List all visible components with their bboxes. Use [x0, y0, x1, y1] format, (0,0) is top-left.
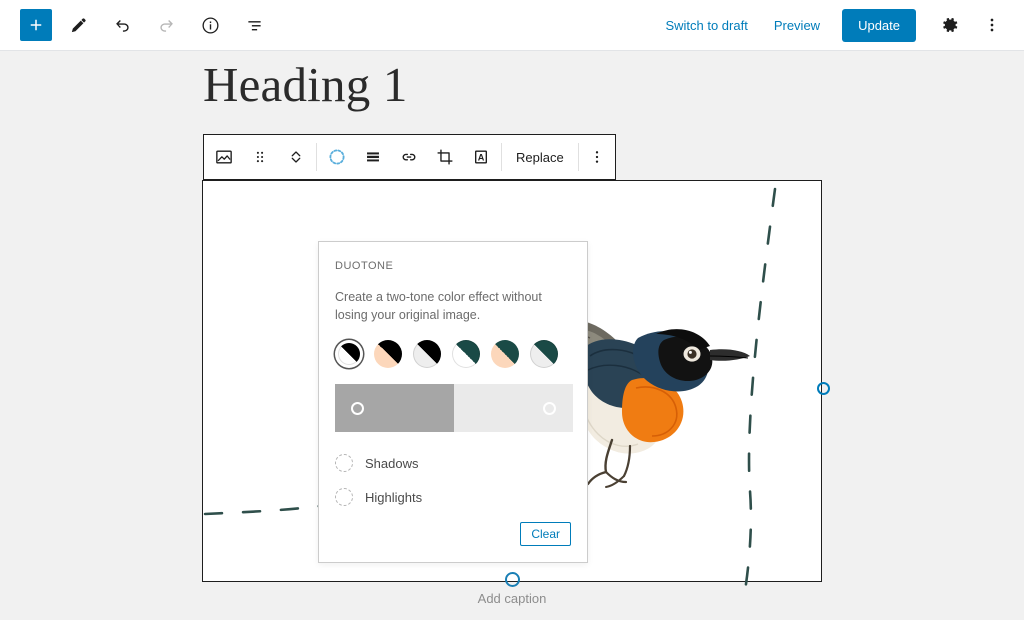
edit-mode-button[interactable]	[60, 7, 96, 43]
duotone-circle-icon	[329, 149, 345, 165]
ellipsis-vertical-icon	[595, 151, 598, 163]
duotone-highlights-label: Highlights	[365, 489, 423, 505]
duotone-shadows-row[interactable]: Shadows	[335, 454, 571, 473]
duotone-popover: DUOTONE Create a two-tone color effect w…	[318, 241, 588, 563]
duotone-clear-button[interactable]: Clear	[520, 522, 571, 546]
duotone-gradient-bar[interactable]	[335, 384, 573, 433]
block-more-options-button[interactable]	[579, 135, 615, 179]
duotone-swatch-black-white[interactable]	[413, 340, 441, 369]
duotone-section-label: DUOTONE	[335, 260, 394, 272]
plus-icon	[30, 19, 42, 31]
link-button[interactable]	[391, 135, 427, 179]
settings-button[interactable]	[932, 7, 968, 43]
duotone-highlights-color-swatch[interactable]	[335, 488, 353, 507]
block-type-image-button[interactable]	[206, 135, 242, 179]
replace-button[interactable]: Replace	[502, 135, 578, 179]
redo-icon	[159, 19, 173, 32]
swatch-pie	[530, 340, 558, 369]
duotone-highlights-row[interactable]: Highlights	[335, 488, 571, 507]
duotone-swatch-list	[335, 340, 571, 369]
page-title[interactable]: Heading 1	[203, 58, 408, 112]
svg-text:A: A	[478, 153, 485, 163]
text-over-image-icon: A	[474, 150, 488, 164]
header-right-actions: Switch to draft Preview Update	[655, 7, 1024, 43]
switch-to-draft-button[interactable]: Switch to draft	[655, 12, 757, 39]
duotone-swatch-dark-grayscale[interactable]	[374, 340, 402, 369]
image-caption-placeholder[interactable]: Add caption	[0, 591, 1024, 606]
image-resize-handle-right[interactable]	[817, 382, 830, 395]
block-toolbar: A Replace	[203, 134, 616, 180]
gear-icon	[943, 17, 958, 33]
duotone-swatch-teal-grey[interactable]	[530, 340, 558, 369]
link-icon	[402, 153, 416, 161]
crop-button[interactable]	[427, 135, 463, 179]
block-toolbar-group-format: A	[317, 135, 501, 179]
preview-button[interactable]: Preview	[764, 12, 830, 39]
chevron-updown-icon	[291, 151, 301, 163]
editor-canvas: Heading 1 Add caption A Replace DUOTONE …	[0, 51, 1024, 620]
duotone-swatch-teal-white[interactable]	[452, 340, 480, 369]
editor-header: Switch to draft Preview Update	[0, 0, 1024, 51]
duotone-description: Create a two-tone color effect without l…	[335, 290, 542, 323]
ellipsis-vertical-icon	[990, 18, 994, 32]
text-over-image-button[interactable]: A	[463, 135, 499, 179]
duotone-shadows-label: Shadows	[365, 455, 419, 471]
swatch-pie	[374, 340, 402, 369]
drag-dots-icon	[256, 151, 264, 163]
image-caption-area[interactable]: Add caption	[0, 572, 1024, 606]
crop-icon	[437, 149, 453, 165]
circle-handle-icon	[504, 572, 520, 587]
redo-button[interactable]	[148, 7, 184, 43]
duotone-swatch-teal-peach[interactable]	[491, 340, 519, 369]
update-button[interactable]: Update	[842, 8, 916, 42]
drag-handle-button[interactable]	[242, 135, 278, 179]
swatch-pie	[413, 340, 441, 369]
duotone-filter-button[interactable]	[319, 135, 355, 179]
swatch-pie	[338, 343, 360, 366]
list-view-button[interactable]	[236, 7, 272, 43]
duotone-shadows-color-swatch[interactable]	[335, 454, 353, 473]
details-button[interactable]	[192, 7, 228, 43]
swatch-pie	[452, 340, 480, 369]
move-updown-button[interactable]	[278, 135, 314, 179]
info-icon	[201, 16, 219, 34]
list-view-icon	[247, 20, 261, 30]
undo-button[interactable]	[104, 7, 140, 43]
add-block-button[interactable]	[20, 9, 52, 41]
block-toolbar-group-block	[204, 135, 316, 179]
pencil-icon	[71, 17, 86, 32]
undo-icon	[115, 19, 129, 32]
more-options-button[interactable]	[974, 7, 1010, 43]
image-icon	[216, 150, 232, 164]
duotone-swatch-grayscale[interactable]	[335, 340, 363, 368]
align-button[interactable]	[355, 135, 391, 179]
header-left-tools	[0, 7, 272, 43]
align-icon	[367, 152, 379, 162]
duotone-footer: Clear	[520, 522, 571, 546]
swatch-pie	[491, 340, 519, 369]
